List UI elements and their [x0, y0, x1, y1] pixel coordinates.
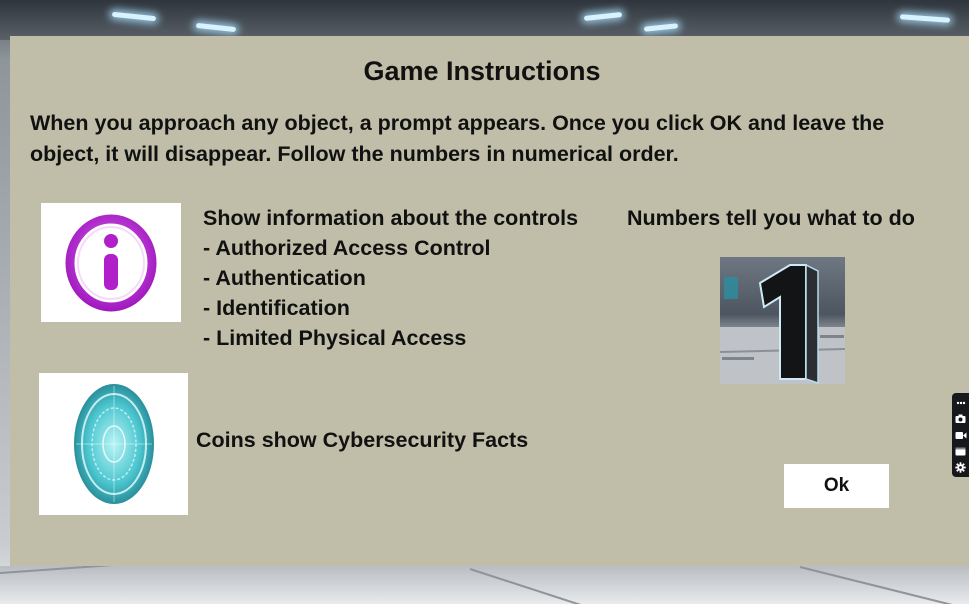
controls-list-item: - Authorized Access Control [203, 236, 491, 260]
info-tile [41, 203, 181, 322]
instructions-dialog: Game Instructions When you approach any … [10, 36, 969, 566]
intro-line: When you approach any object, a prompt a… [30, 111, 885, 135]
intro-line: object, it will disappear. Follow the nu… [30, 142, 679, 166]
floor-background [0, 557, 969, 604]
controls-heading: Show information about the controls [203, 206, 579, 230]
video-icon[interactable] [955, 429, 967, 441]
controls-list-item: - Limited Physical Access [203, 326, 467, 350]
ceiling-light [195, 22, 237, 33]
coin-tile [39, 373, 188, 515]
controls-info: Show information about the controls - Au… [203, 203, 633, 353]
coin-icon [73, 384, 154, 504]
controls-list: - Authorized Access Control - Authentica… [203, 233, 633, 353]
ceiling-background [0, 0, 969, 40]
ceiling-light [583, 12, 623, 21]
floor-line [469, 568, 604, 604]
side-toolbar [952, 393, 969, 477]
dialog-title: Game Instructions [363, 56, 601, 86]
ok-button[interactable]: Ok [784, 464, 889, 508]
controls-list-item: - Identification [203, 296, 350, 320]
coins-label: Coins show Cybersecurity Facts [196, 428, 529, 452]
gear-icon[interactable] [955, 461, 967, 473]
ceiling-light [899, 14, 951, 23]
camera-icon[interactable] [955, 413, 967, 425]
game-scene: Game Instructions When you approach any … [0, 0, 969, 604]
floor-line [799, 566, 966, 604]
intro-text: When you approach any object, a prompt a… [30, 108, 969, 170]
window-icon[interactable] [955, 445, 967, 457]
more-icon[interactable] [955, 397, 967, 409]
info-icon [65, 214, 157, 311]
ceiling-light [111, 11, 157, 22]
ceiling-light [643, 23, 679, 32]
numbers-label: Numbers tell you what to do [627, 206, 915, 230]
number-one-icon [720, 263, 845, 384]
controls-list-item: - Authentication [203, 266, 366, 290]
number-tile [720, 257, 845, 384]
